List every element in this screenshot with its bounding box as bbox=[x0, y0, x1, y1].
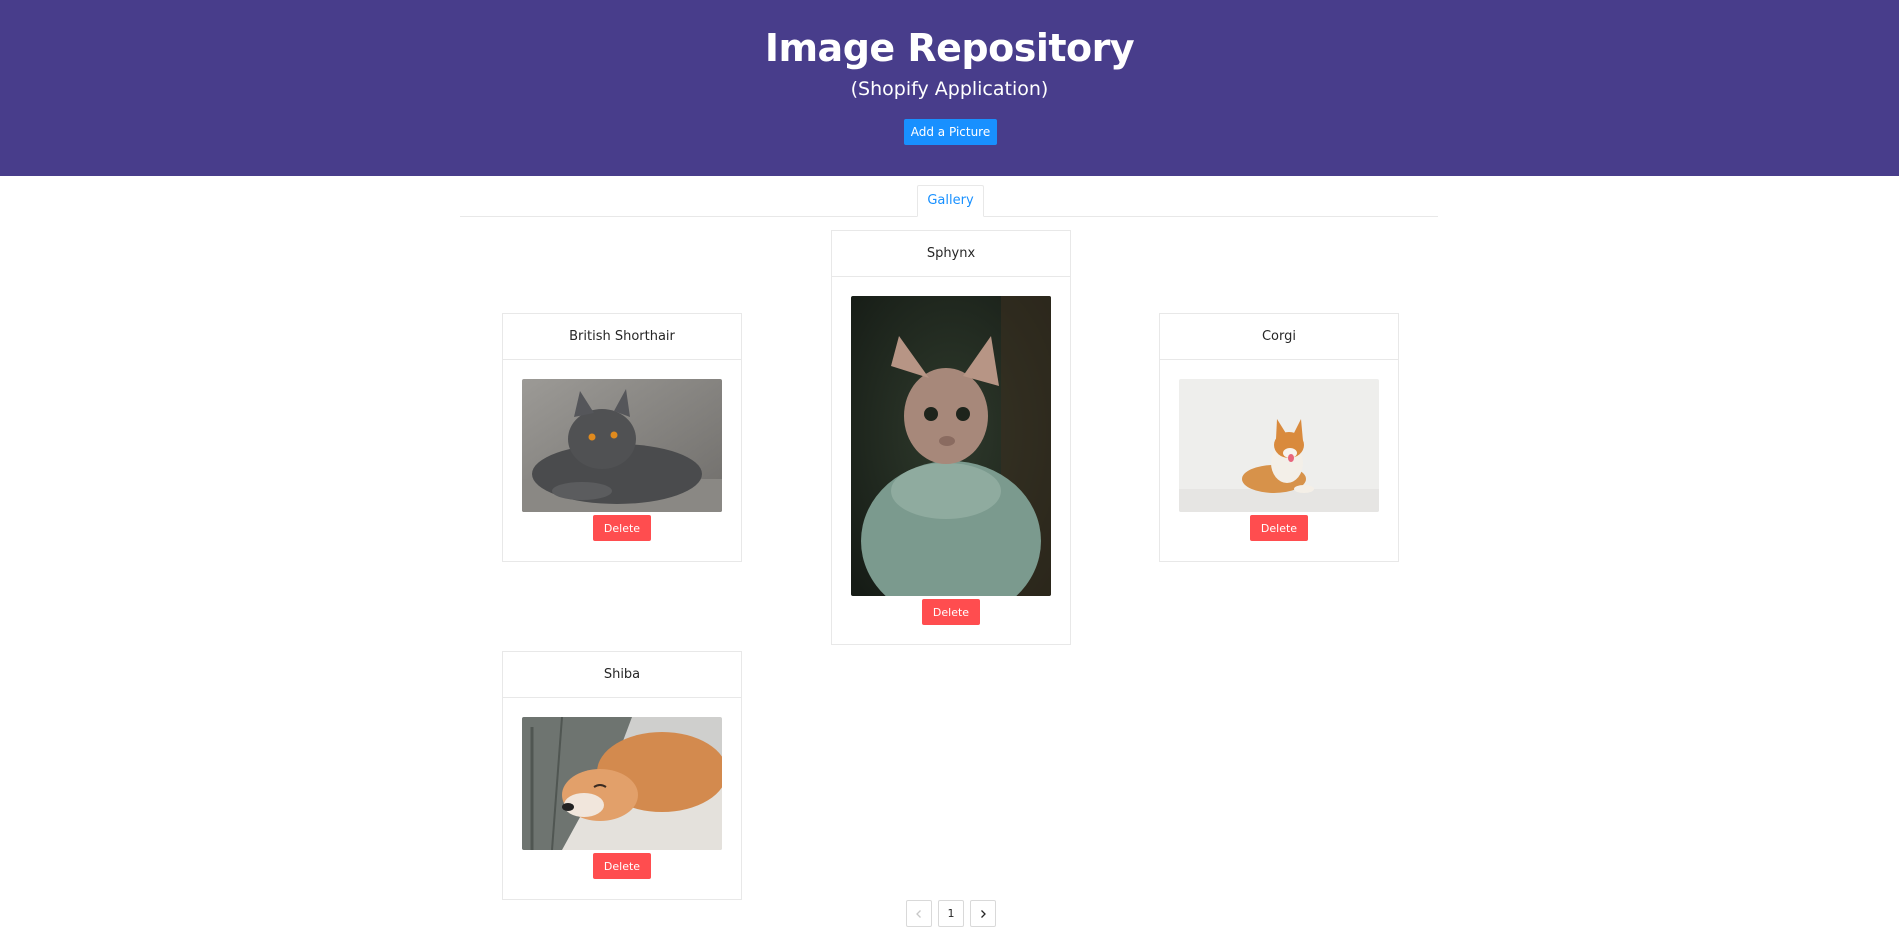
card-title: Shiba bbox=[503, 652, 741, 698]
gray-cat-photo bbox=[522, 379, 722, 512]
card-title: Corgi bbox=[1160, 314, 1398, 360]
card-title: Sphynx bbox=[832, 231, 1070, 277]
prev-page-button[interactable] bbox=[906, 900, 932, 927]
page-subtitle: (Shopify Application) bbox=[850, 78, 1049, 100]
delete-button[interactable]: Delete bbox=[922, 599, 980, 625]
delete-button[interactable]: Delete bbox=[593, 853, 651, 879]
chevron-left-icon bbox=[916, 910, 921, 918]
shiba-dog-photo bbox=[522, 717, 722, 850]
image-card: Corgi Delete bbox=[1159, 313, 1399, 562]
page-title: Image Repository bbox=[764, 26, 1135, 70]
image-card: British Shorthair Delete bbox=[502, 313, 742, 562]
chevron-right-icon bbox=[981, 910, 986, 918]
image-card: Sphynx Delete bbox=[831, 230, 1071, 645]
card-title: British Shorthair bbox=[503, 314, 741, 360]
tab-gallery[interactable]: Gallery bbox=[917, 185, 984, 217]
app-header: Image Repository (Shopify Application) A… bbox=[0, 0, 1899, 176]
sphynx-cat-photo bbox=[851, 296, 1051, 596]
corgi-dog-photo bbox=[1179, 379, 1379, 512]
next-page-button[interactable] bbox=[970, 900, 996, 927]
add-picture-button[interactable]: Add a Picture bbox=[904, 119, 997, 145]
page-number[interactable]: 1 bbox=[938, 900, 964, 927]
image-card: Shiba Delete bbox=[502, 651, 742, 900]
delete-button[interactable]: Delete bbox=[1250, 515, 1308, 541]
delete-button[interactable]: Delete bbox=[593, 515, 651, 541]
